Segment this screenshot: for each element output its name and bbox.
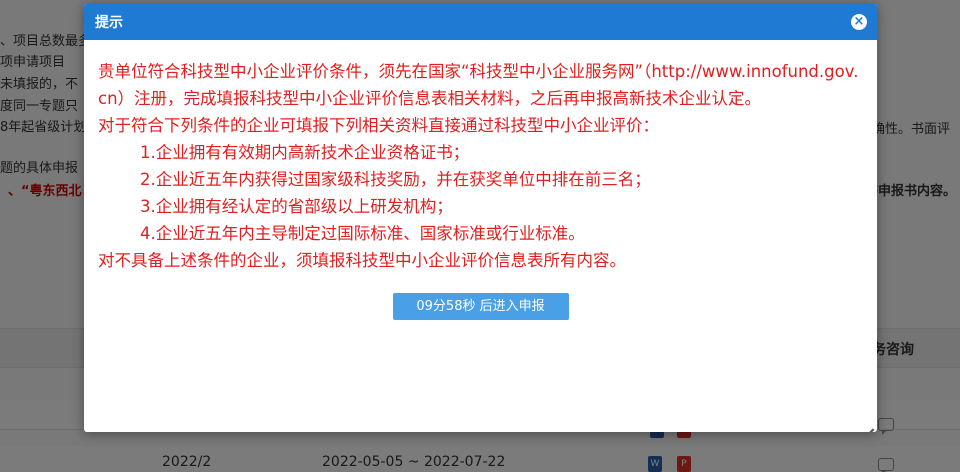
dialog-title: 提示 — [95, 15, 123, 31]
notice-paragraph: 对于符合下列条件的企业可填报下列相关资料直接通过科技型中小企业评价： — [98, 116, 659, 135]
notice-paragraph: 贵单位符合科技型中小企业评价条件，须先在国家“科技型中小企业服务网”（http:… — [98, 62, 859, 108]
dialog-body: 贵单位符合科技型中小企业评价条件，须先在国家“科技型中小企业服务网”（http:… — [84, 40, 877, 320]
notice-paragraph: 对不具备上述条件的企业，须填报科技型中小企业评价信息表所有内容。 — [98, 251, 626, 270]
condition-item: 4.企业近五年内主导制定过国际标准、国家标准或行业标准。 — [140, 224, 585, 243]
close-icon[interactable]: × — [851, 14, 867, 30]
condition-item: 3.企业拥有经认定的省部级以上研发机构； — [140, 197, 453, 216]
condition-item: 2.企业近五年内获得过国家级科技奖励，并在获奖单位中排在前三名； — [140, 170, 651, 189]
notice-dialog: 提示 × 贵单位符合科技型中小企业评价条件，须先在国家“科技型中小企业服务网”（… — [84, 4, 877, 432]
button-row: 09分58秒 后进入申报 — [98, 291, 863, 320]
resize-handle-icon[interactable] — [860, 415, 874, 429]
enter-application-button[interactable]: 09分58秒 后进入申报 — [392, 293, 569, 320]
dialog-title-bar[interactable]: 提示 × — [84, 4, 877, 40]
condition-item: 1.企业拥有有效期内高新技术企业资格证书； — [140, 143, 470, 162]
